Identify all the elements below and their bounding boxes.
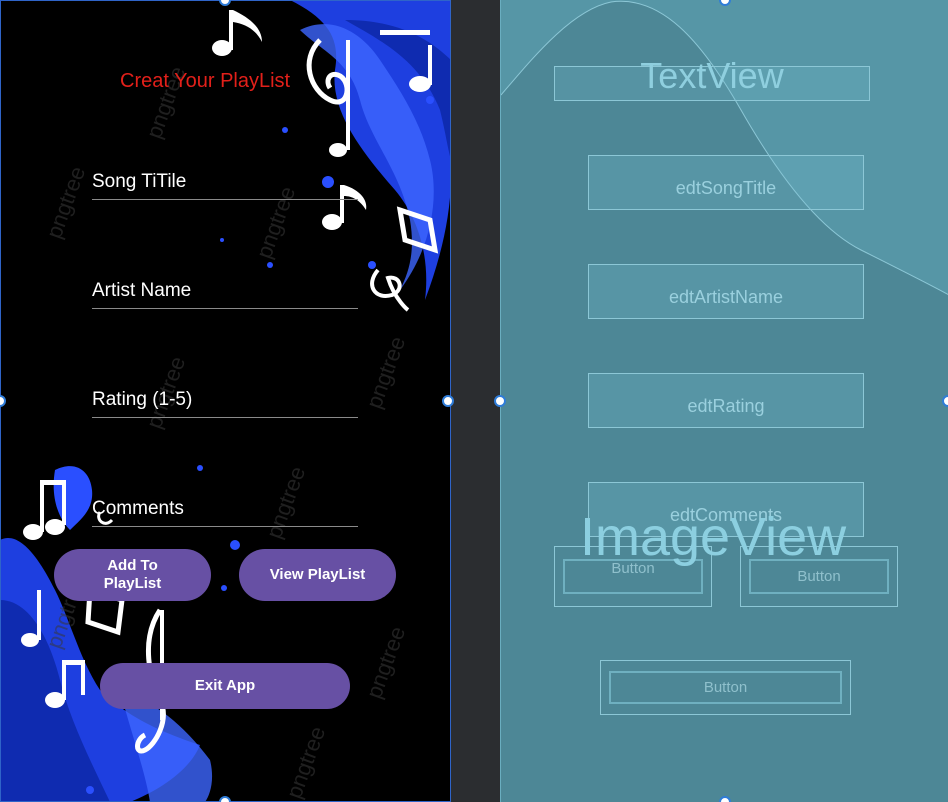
resize-handle-right[interactable]	[442, 395, 454, 407]
button-bottom-label: Button	[703, 679, 748, 696]
artist-name-hint: Artist Name	[92, 280, 192, 301]
comments-field[interactable]: Comments	[92, 497, 358, 527]
rating-hint: Rating (1-5)	[92, 389, 193, 410]
edt-artist-name-label: edtArtistName	[668, 287, 784, 307]
blueprint-handle-right[interactable]	[942, 395, 948, 407]
svg-text:pngtree: pngtree	[281, 723, 330, 802]
edt-song-title-label: edtSongTitle	[675, 178, 777, 198]
edt-rating-outline[interactable]: edtRating	[588, 373, 864, 428]
design-preview[interactable]: pngtree pngtree pngtree pngtree pngtree …	[0, 0, 451, 802]
page-title: Creat Your PlayList	[120, 70, 291, 92]
blueprint-button-bottom[interactable]: Button	[600, 660, 851, 715]
button-right-label: Button	[797, 568, 841, 585]
artist-name-field[interactable]: Artist Name	[92, 279, 358, 309]
rating-field[interactable]: Rating (1-5)	[92, 388, 358, 418]
resize-handle-bottom[interactable]	[219, 796, 231, 802]
imageview-label: ImageView	[580, 507, 847, 567]
comments-hint: Comments	[92, 498, 184, 519]
exit-app-button[interactable]: Exit App	[100, 663, 350, 709]
view-playlist-button[interactable]: View PlayList	[239, 549, 396, 601]
song-title-field[interactable]: Song TiTile	[92, 170, 358, 200]
textview-outline[interactable]: TextView	[554, 55, 870, 101]
blueprint-handle-left[interactable]	[494, 395, 506, 407]
svg-text:pngtree: pngtree	[361, 333, 410, 412]
svg-text:pngtree: pngtree	[41, 163, 90, 242]
song-title-hint: Song TiTile	[92, 171, 187, 192]
blueprint-handle-bottom[interactable]	[719, 796, 731, 802]
svg-text:pngtree: pngtree	[361, 623, 410, 702]
edt-song-title-outline[interactable]: edtSongTitle	[588, 155, 864, 210]
edt-artist-name-outline[interactable]: edtArtistName	[588, 264, 864, 319]
textview-label: TextView	[640, 55, 784, 96]
add-to-playlist-button[interactable]: Add To PlayList	[54, 549, 211, 601]
layout-editor: pngtree pngtree pngtree pngtree pngtree …	[0, 0, 948, 802]
edt-rating-label: edtRating	[687, 396, 765, 416]
